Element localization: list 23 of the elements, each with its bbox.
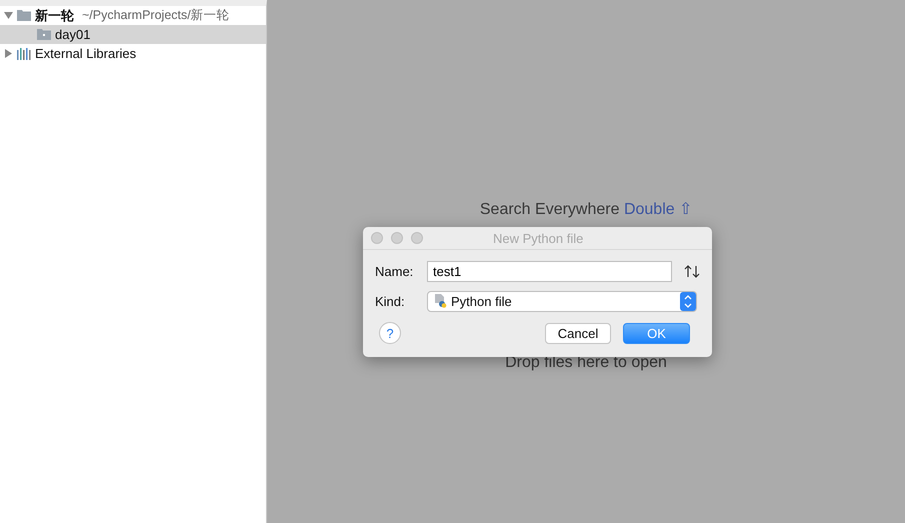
tree-item[interactable]: 新一轮 ~/PycharmProjects/新一轮 bbox=[0, 6, 266, 25]
folder-icon bbox=[17, 10, 31, 21]
sort-arrows-icon[interactable] bbox=[684, 264, 700, 278]
tree-item[interactable]: External Libraries bbox=[0, 44, 266, 63]
field-label: Name: bbox=[375, 264, 414, 278]
folder-icon bbox=[37, 29, 51, 40]
tree-item-label: 新一轮 bbox=[35, 6, 74, 24]
name-field[interactable]: test1 bbox=[427, 260, 672, 282]
tree-item-label: External Libraries bbox=[35, 46, 136, 61]
expanded-arrow-icon[interactable] bbox=[4, 11, 13, 20]
stepper-icon bbox=[680, 292, 696, 310]
dialog-title: New Python file bbox=[493, 230, 584, 246]
library-icon bbox=[17, 48, 31, 60]
python-file-icon bbox=[434, 294, 447, 308]
project-path: ~/PycharmProjects/新一轮 bbox=[82, 7, 230, 24]
help-button[interactable]: ? bbox=[379, 322, 401, 344]
search-everywhere-hint: Search Everywhere Double ⇧ bbox=[480, 200, 692, 219]
tree-item-label: day01 bbox=[55, 27, 90, 42]
field-label: Kind: bbox=[375, 294, 406, 308]
tree-item[interactable]: day01 bbox=[0, 25, 266, 44]
collapsed-arrow-icon[interactable] bbox=[4, 49, 13, 58]
kind-select[interactable]: Python file bbox=[427, 290, 697, 312]
cancel-button[interactable]: Cancel bbox=[545, 322, 611, 344]
